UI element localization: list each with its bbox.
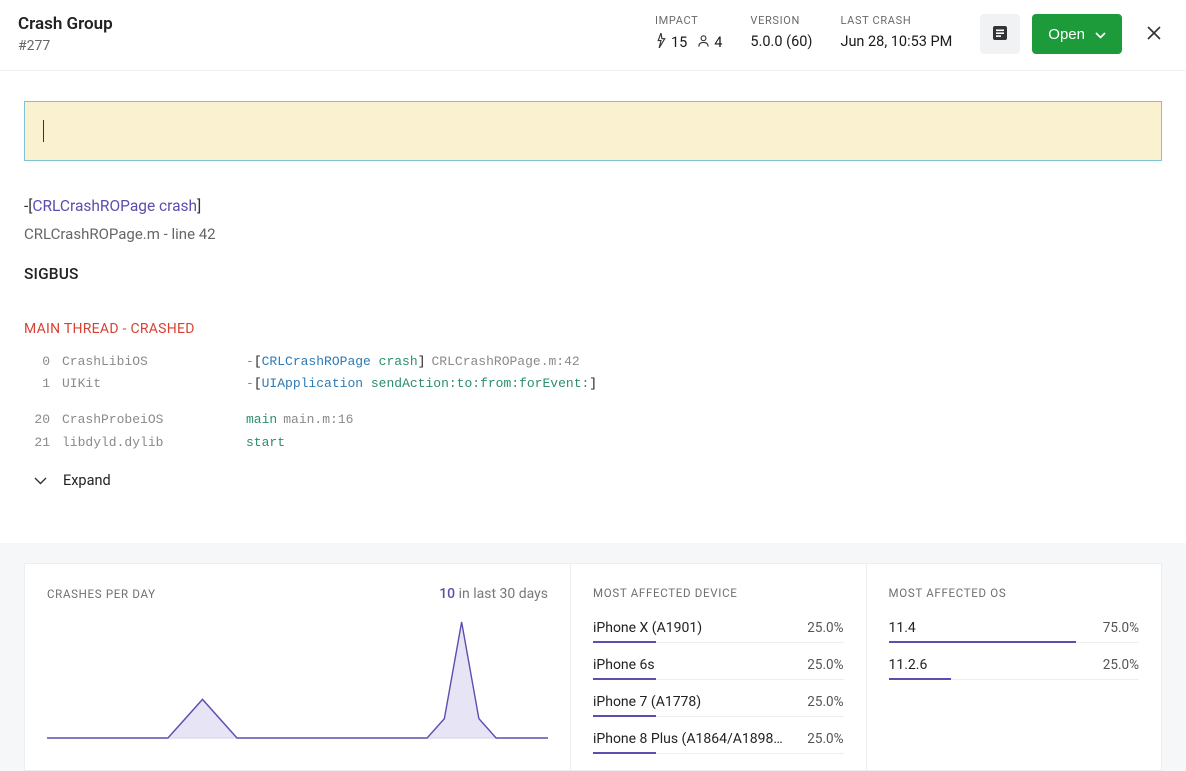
bar-row: iPhone X (A1901) 25.0%: [593, 620, 844, 643]
bar-fill: [593, 678, 656, 680]
chevron-down-icon: [1095, 26, 1106, 43]
crash-method: crash: [159, 197, 197, 215]
meta-impact-label: IMPACT: [655, 14, 722, 27]
meta-impact: IMPACT 15 4: [655, 14, 722, 52]
crash-file-line: CRLCrashROPage.m - line 42: [24, 225, 1162, 243]
text-caret-icon: [43, 120, 44, 142]
device-list: iPhone X (A1901)25.0%iPhone 6s25.0%iPhon…: [593, 620, 844, 754]
bar-row: iPhone 8 Plus (A1864/A1898/A… 25.0%: [593, 731, 844, 754]
crashes-per-day-panel: CRASHES PER DAY 10 in last 30 days: [25, 564, 570, 770]
annotation-input[interactable]: [24, 101, 1162, 161]
frame-module: UIKit: [50, 373, 246, 395]
stack-frame[interactable]: 0CrashLibiOS-[CRLCrashROPage crash]CRLCr…: [24, 351, 1162, 373]
meta-lastcrash: LAST CRASH Jun 28, 10:53 PM: [840, 14, 952, 50]
body: -[CRLCrashROPage crash] CRLCrashROPage.m…: [0, 101, 1186, 513]
header-actions: Open: [980, 14, 1166, 54]
bar-fill: [593, 641, 656, 643]
expand-button[interactable]: Expand: [24, 472, 111, 489]
chart-count: 10 in last 30 days: [439, 586, 548, 602]
frame-symbol: mainmain.m:16: [246, 409, 1162, 431]
frame-module: CrashProbeiOS: [50, 409, 246, 431]
frame-module: CrashLibiOS: [50, 351, 246, 373]
frame-symbol: -[CRLCrashROPage crash]CRLCrashROPage.m:…: [246, 351, 1162, 373]
meta-lastcrash-value: Jun 28, 10:53 PM: [840, 33, 952, 50]
close-icon: [1145, 24, 1163, 45]
bar-name: iPhone 6s: [593, 657, 655, 673]
stack-frame[interactable]: 1UIKit-[UIApplication sendAction:to:from…: [24, 373, 1162, 395]
flash-icon: [655, 33, 667, 52]
chart-title: CRASHES PER DAY: [47, 587, 156, 601]
meta-version-label: VERSION: [750, 14, 812, 27]
chart-count-rest: in last 30 days: [455, 586, 548, 602]
os-title: MOST AFFECTED OS: [889, 586, 1140, 600]
bar-name: 11.4: [889, 620, 916, 636]
stack-frames: 0CrashLibiOS-[CRLCrashROPage crash]CRLCr…: [24, 351, 1162, 453]
bar-pct: 25.0%: [807, 731, 843, 747]
page-title: Crash Group: [18, 14, 655, 34]
bar-row: iPhone 6s 25.0%: [593, 657, 844, 680]
bar-pct: 25.0%: [1103, 657, 1139, 673]
frame-module: libdyld.dylib: [50, 432, 246, 454]
impact-users-value: 4: [714, 34, 722, 51]
meta-impact-value: 15 4: [655, 33, 722, 52]
bar-fill: [593, 715, 656, 717]
header: Crash Group #277 IMPACT 15 4: [0, 0, 1186, 71]
bar-pct: 25.0%: [807, 657, 843, 673]
status-open-button[interactable]: Open: [1032, 14, 1122, 54]
most-affected-os-panel: MOST AFFECTED OS 11.4 75.0% 11.2.6 25.0%: [866, 564, 1162, 770]
impact-users: 4: [697, 34, 722, 52]
status-open-label: Open: [1048, 26, 1085, 43]
bar-row: 11.2.6 25.0%: [889, 657, 1140, 680]
bar-fill: [889, 678, 952, 680]
bar-pct: 25.0%: [807, 694, 843, 710]
notes-button[interactable]: [980, 14, 1020, 54]
bar-pct: 75.0%: [1103, 620, 1139, 636]
meta-version-value: 5.0.0 (60): [750, 33, 812, 50]
crash-group-id: #277: [18, 38, 655, 54]
impact-crashes: 15: [655, 33, 687, 52]
chevron-down-icon: [34, 472, 47, 489]
meta-version: VERSION 5.0.0 (60): [750, 14, 812, 50]
stats-section: CRASHES PER DAY 10 in last 30 days MOST …: [0, 543, 1186, 771]
impact-crashes-value: 15: [671, 34, 687, 51]
bar-row: 11.4 75.0%: [889, 620, 1140, 643]
notes-icon: [991, 24, 1009, 45]
crash-signal: SIGBUS: [24, 265, 1162, 283]
stats-card: CRASHES PER DAY 10 in last 30 days MOST …: [24, 563, 1162, 771]
frame-index: 1: [24, 373, 50, 395]
stack-frame[interactable]: 20CrashProbeiOSmainmain.m:16: [24, 409, 1162, 431]
header-title-block: Crash Group #277: [18, 14, 655, 54]
crash-class: CRLCrashROPage: [32, 197, 155, 215]
frame-index: 21: [24, 432, 50, 454]
expand-label: Expand: [63, 472, 111, 489]
meta-lastcrash-label: LAST CRASH: [840, 14, 952, 27]
bar-name: iPhone 8 Plus (A1864/A1898/A…: [593, 731, 783, 747]
bar-fill: [889, 641, 1077, 643]
bar-name: 11.2.6: [889, 657, 928, 673]
bar-fill: [593, 752, 656, 754]
thread-title: MAIN THREAD - CRASHED: [24, 321, 1162, 337]
frame-symbol: start: [246, 432, 1162, 454]
frame-index: 20: [24, 409, 50, 431]
crash-symbol: -[CRLCrashROPage crash]: [24, 197, 1162, 215]
stack-frame[interactable]: 21libdyld.dylibstart: [24, 432, 1162, 454]
bar-name: iPhone 7 (A1778): [593, 694, 701, 710]
frame-symbol: -[UIApplication sendAction:to:from:forEv…: [246, 373, 1162, 395]
bar-name: iPhone X (A1901): [593, 620, 702, 636]
user-icon: [697, 34, 710, 52]
close-button[interactable]: [1142, 22, 1166, 46]
device-title: MOST AFFECTED DEVICE: [593, 586, 844, 600]
bar-pct: 25.0%: [807, 620, 843, 636]
crashes-sparkline: [47, 608, 548, 744]
os-list: 11.4 75.0% 11.2.6 25.0%: [889, 620, 1140, 680]
header-meta: IMPACT 15 4 VERSION 5.0.0 (60): [655, 14, 952, 52]
chart-count-num: 10: [439, 586, 455, 602]
crash-summary: -[CRLCrashROPage crash] CRLCrashROPage.m…: [24, 197, 1162, 283]
most-affected-device-panel: MOST AFFECTED DEVICE iPhone X (A1901) 25.…: [570, 564, 866, 770]
frame-index: 0: [24, 351, 50, 373]
bar-row: iPhone 7 (A1778) 25.0%: [593, 694, 844, 717]
